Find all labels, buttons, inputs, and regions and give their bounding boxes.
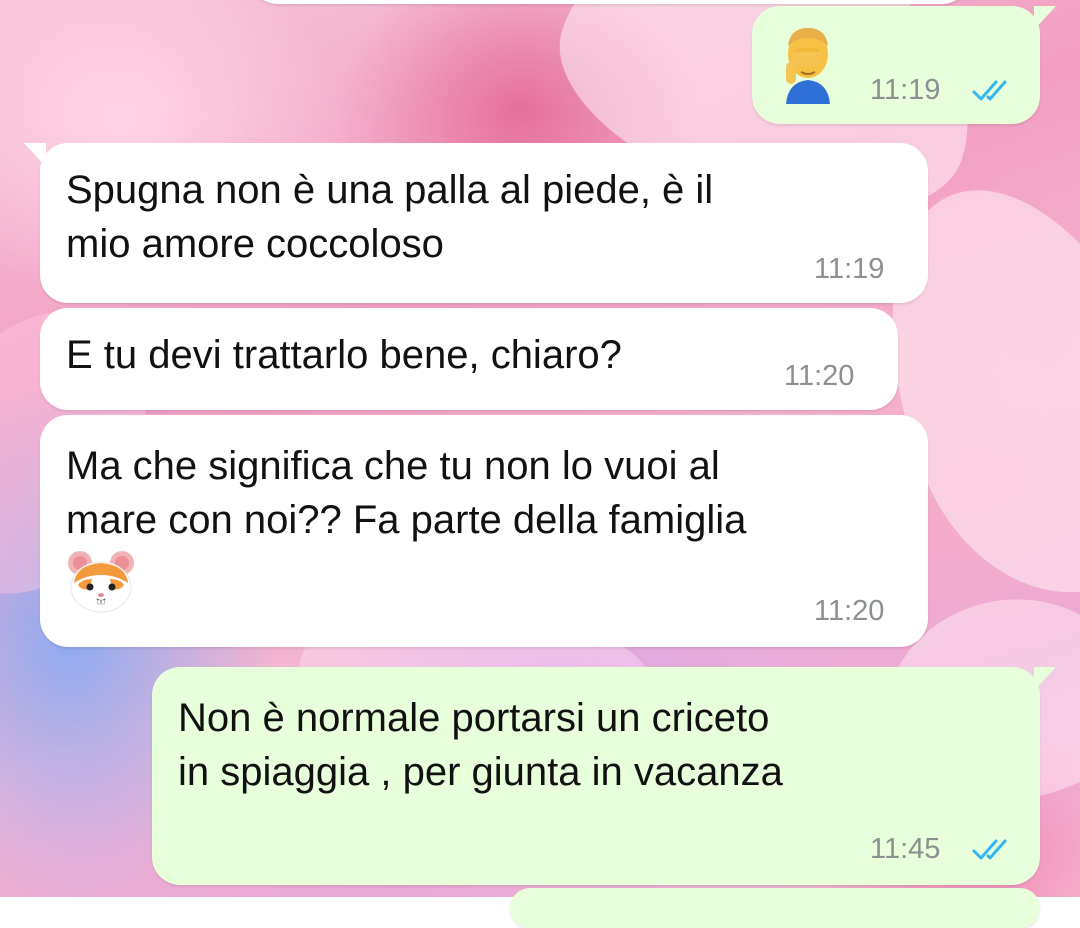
message-timestamp: 11:45 xyxy=(870,833,941,865)
bubble-tail xyxy=(1034,667,1056,691)
message-timestamp: 11:19 xyxy=(870,74,941,106)
message-text: E tu devi trattarlo bene, chiaro? xyxy=(66,333,622,377)
message-bubble-incoming[interactable]: E tu devi trattarlo bene, chiaro? 11:20 xyxy=(40,308,898,410)
message-timestamp: 11:20 xyxy=(814,595,885,627)
message-text: Non è normale portarsi un criceto in spi… xyxy=(178,696,783,794)
message-bubble-outgoing[interactable]: Non è normale portarsi un criceto in spi… xyxy=(152,667,1056,885)
message-bubble-partial[interactable] xyxy=(510,888,1040,928)
bubble-tail xyxy=(24,143,46,167)
read-double-check-icon xyxy=(972,80,1007,101)
read-double-check-icon xyxy=(972,839,1007,860)
message-timestamp: 11:19 xyxy=(814,253,885,285)
message-bubble-incoming[interactable]: Spugna non è una palla al piede, è il mi… xyxy=(24,143,928,303)
message-bubble-incoming[interactable]: Ma che significa che tu non lo vuoi al m… xyxy=(40,415,928,647)
message-text: Spugna non è una palla al piede, è il mi… xyxy=(66,168,714,266)
message-bubble-outgoing[interactable]: 11:19 xyxy=(752,6,1056,124)
hamster-face-emoji xyxy=(68,551,134,613)
message-timestamp: 11:20 xyxy=(784,360,855,392)
bubble-tail xyxy=(1034,6,1056,30)
message-text: Ma che significa che tu non lo vuoi al m… xyxy=(66,444,747,542)
face-palm-emoji xyxy=(786,28,830,104)
message-bubble-partial[interactable] xyxy=(250,0,970,4)
